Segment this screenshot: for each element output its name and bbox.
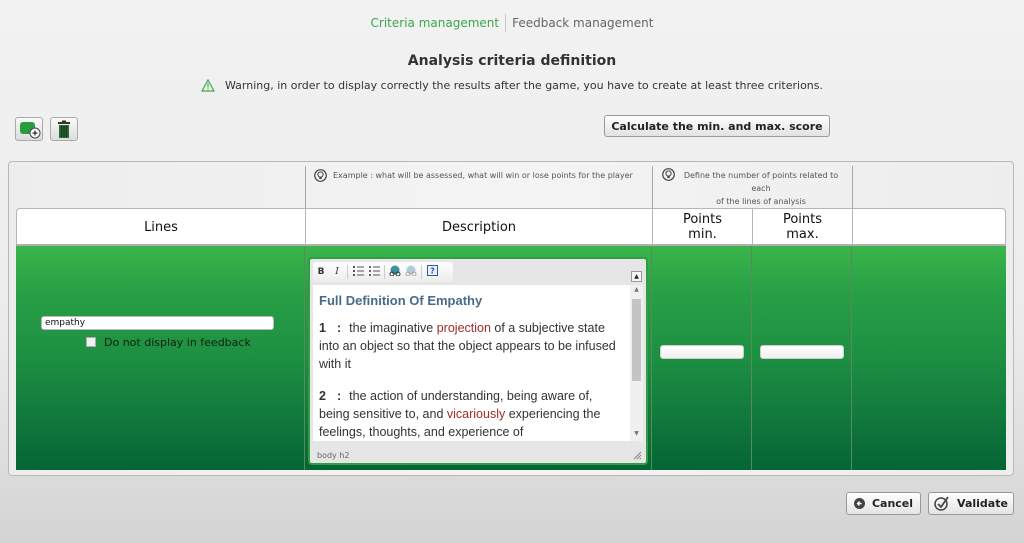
editor-toolbar: B I ? [313, 262, 453, 282]
definition-item: 1: the imaginative projection of a subjec… [319, 321, 616, 371]
column-divider [852, 166, 853, 208]
svg-text:?: ? [430, 267, 435, 276]
points-hint-line2: of the lines of analysis [716, 197, 806, 206]
check-circle-icon [934, 496, 949, 511]
description-hint: Example : what will be assessed, what wi… [314, 169, 633, 182]
toolbar-separator [384, 265, 385, 279]
editor-status-path: body h2 [317, 451, 350, 460]
tab-feedback-management[interactable]: Feedback management [506, 16, 659, 30]
lightbulb-icon [314, 169, 327, 182]
column-header-lines: Lines [17, 209, 306, 245]
lightbulb-icon [662, 168, 675, 181]
help-icon: ? [426, 265, 438, 276]
description-hint-text: Example : what will be assessed, what wi… [333, 171, 633, 180]
cancel-button[interactable]: Cancel [846, 492, 921, 515]
italic-button[interactable]: I [329, 267, 345, 277]
add-line-icon [20, 122, 41, 139]
points-hint: Define the number of points related to e… [662, 168, 848, 208]
definition-text: the imaginative [349, 321, 437, 335]
description-editor: B I ? ▲ Full Definition Of Empathy 1: t… [308, 257, 648, 465]
definition-item: 2: the action of understanding, being awa… [319, 389, 601, 439]
table-header: Lines Description Points min. Points max… [16, 208, 1006, 246]
points-hint-line1: Define the number of points related to e… [683, 171, 839, 193]
line-name-input[interactable] [41, 316, 274, 330]
column-header-description: Description [306, 209, 653, 245]
definition-link[interactable]: projection [437, 321, 491, 335]
criteria-table: Lines Description Points min. Points max… [16, 208, 1006, 470]
column-divider [305, 166, 306, 208]
ordered-list-button[interactable] [350, 265, 366, 279]
editor-content[interactable]: Full Definition Of Empathy 1: the imagina… [313, 285, 643, 441]
points-min-input[interactable] [660, 345, 744, 359]
link-button[interactable] [387, 265, 403, 279]
definition-number: 1 [319, 321, 326, 335]
unlink-button[interactable] [403, 265, 419, 279]
page-title: Analysis criteria definition [407, 53, 617, 69]
warning-icon [200, 78, 215, 92]
points-max-input[interactable] [760, 345, 844, 359]
help-button[interactable]: ? [424, 265, 440, 279]
warning-message: Warning, in order to display correctly t… [0, 78, 1024, 92]
hide-feedback-option[interactable]: Do not display in feedback [86, 336, 251, 349]
unlink-icon [405, 265, 417, 277]
column-divider [652, 166, 653, 208]
warning-text: Warning, in order to display correctly t… [224, 79, 824, 92]
validate-button[interactable]: Validate [928, 492, 1014, 515]
editor-scrollbar[interactable]: ▲ ▼ [630, 285, 643, 441]
points-min-label-2: min. [688, 227, 717, 242]
column-header-points-min: Points min. [653, 209, 753, 245]
lines-cell: Do not display in feedback [16, 246, 305, 470]
points-max-label-1: Points [782, 212, 823, 227]
tab-criteria-management[interactable]: Criteria management [365, 16, 506, 30]
toolbar-separator [421, 265, 422, 279]
hide-feedback-label: Do not display in feedback [104, 336, 251, 349]
unordered-list-button[interactable] [366, 265, 382, 279]
scroll-up-arrow[interactable]: ▲ [630, 286, 643, 296]
trash-icon [58, 120, 70, 138]
back-arrow-icon [853, 498, 865, 509]
points-max-label-2: max. [786, 227, 819, 242]
scroll-down-arrow[interactable]: ▼ [630, 430, 643, 440]
unordered-list-icon [368, 265, 380, 276]
points-min-label-1: Points [682, 212, 723, 227]
column-header-points-max: Points max. [753, 209, 853, 245]
table-row: Do not display in feedback B I [16, 246, 1006, 470]
points-min-cell [652, 246, 752, 470]
calculate-score-button[interactable]: Calculate the min. and max. score [604, 115, 830, 137]
hide-feedback-checkbox[interactable] [86, 337, 96, 347]
points-max-cell [752, 246, 852, 470]
delete-line-button[interactable] [50, 117, 78, 141]
top-nav: Criteria management Feedback management [0, 14, 1024, 32]
definition-link[interactable]: vicariously [447, 407, 505, 421]
bold-button[interactable]: B [313, 267, 329, 277]
scroll-thumb[interactable] [632, 299, 641, 381]
ordered-list-icon [352, 265, 364, 276]
collapse-toolbar-button[interactable]: ▲ [631, 271, 642, 282]
add-line-button[interactable] [15, 117, 43, 141]
link-icon [389, 265, 401, 277]
toolbar-separator [347, 265, 348, 279]
resize-grip-icon[interactable] [633, 451, 642, 460]
definition-number: 2 [319, 389, 326, 403]
validate-label: Validate [957, 497, 1008, 510]
definition-heading: Full Definition Of Empathy [319, 293, 483, 308]
cancel-label: Cancel [871, 497, 914, 510]
